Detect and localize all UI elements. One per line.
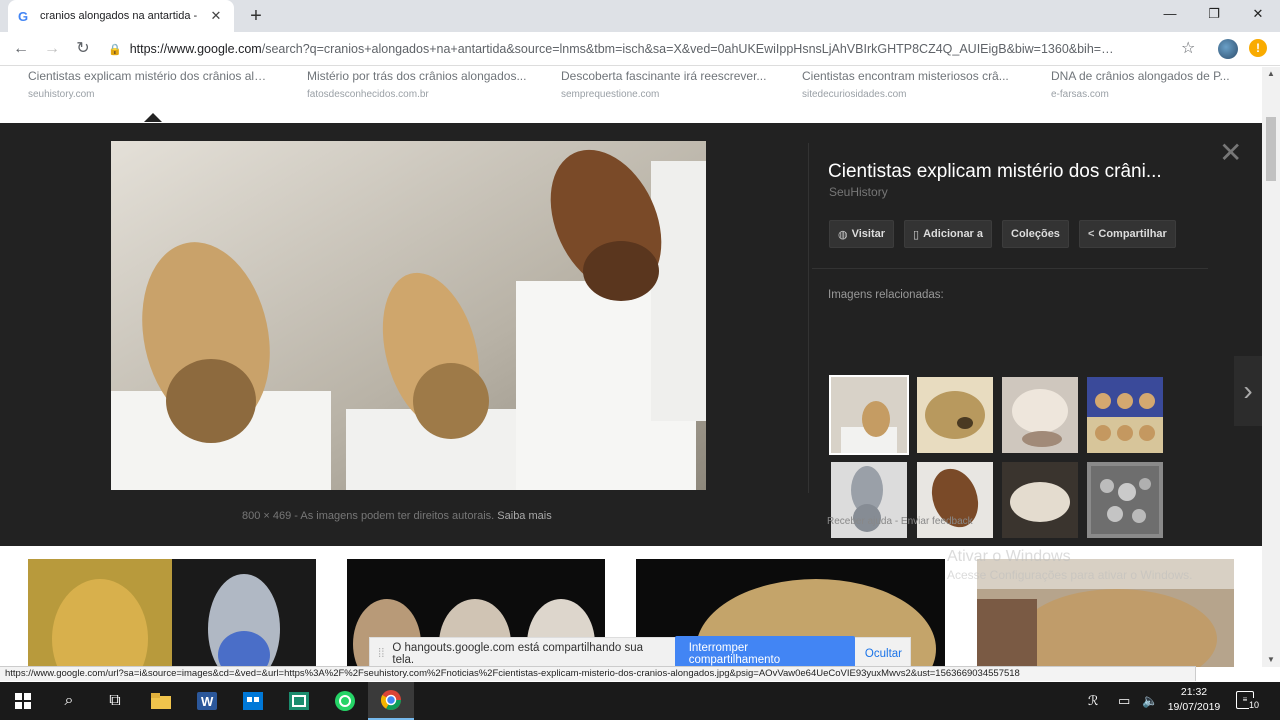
page-scrollbar[interactable]: ▲ ▼ [1262, 67, 1280, 667]
add-to-label: Adicionar a [923, 228, 984, 240]
file-explorer-icon[interactable] [138, 682, 184, 720]
back-button[interactable]: ← [10, 38, 32, 60]
search-icon[interactable]: ⌕ [46, 682, 92, 720]
tab-strip: G cranios alongados na antartida - ✕ + —… [0, 0, 1280, 32]
panel-separator [812, 268, 1208, 269]
address-bar[interactable]: 🔒 https://www.google.com /search?q=crani… [108, 37, 1168, 61]
result-item[interactable]: Cientistas encontram misteriosos crâ... … [802, 69, 1017, 100]
panel-divider [808, 143, 809, 493]
rights-text: - As imagens podem ter direitos autorais… [291, 510, 495, 522]
update-icon[interactable]: ! [1249, 39, 1267, 57]
result-item[interactable]: Descoberta fascinante irá reescrever... … [561, 69, 776, 100]
selected-pointer [144, 113, 162, 122]
drag-handle-icon[interactable]: ⁞⁞ [378, 648, 384, 660]
visit-label: Visitar [851, 228, 886, 240]
result-domain: fatosdesconhecidos.com.br [307, 89, 429, 100]
scroll-down-icon[interactable]: ▼ [1262, 655, 1280, 664]
system-clock[interactable]: 21:32 19/07/2019 [1162, 685, 1226, 715]
bookmark-icon: ▯ [913, 228, 920, 241]
minimize-button[interactable]: — [1148, 0, 1192, 28]
result-item[interactable]: DNA de crânios alongados de P... e-farsa… [1051, 69, 1241, 100]
tab-close-icon[interactable]: ✕ [208, 8, 224, 24]
windows-taskbar: ⌕ ⧉ W ℛ ▭ 🔈 21:32 19/07/2019 ≡ 10 [0, 682, 1280, 720]
word-icon[interactable]: W [184, 682, 230, 720]
result-title: Cientistas explicam mistério dos crânios… [28, 69, 268, 83]
network-icon[interactable]: ▭ [1118, 682, 1130, 720]
preview-title[interactable]: Cientistas explicam mistério dos crâni..… [828, 161, 1162, 183]
clock-time: 21:32 [1180, 686, 1208, 698]
activate-windows-title: Ativar o Windows [947, 548, 1071, 565]
related-images-label: Imagens relacionadas: [828, 289, 944, 301]
status-url-bar: https://www.google.com/url?sa=i&source=i… [0, 666, 1196, 681]
preview-actions: ◍ Visitar ▯ Adicionar a Coleções < Comparti… [829, 220, 1176, 248]
notification-count: 10 [1248, 698, 1259, 713]
visit-button[interactable]: ◍ Visitar [829, 220, 895, 248]
result-title: Cientistas encontram misteriosos crâ... [802, 69, 1009, 83]
related-image[interactable] [1002, 377, 1078, 453]
bookmark-star-icon[interactable]: ☆ [1181, 38, 1195, 58]
svg-text:W: W [201, 694, 214, 709]
result-domain: sitedecuriosidades.com [802, 89, 907, 100]
related-image[interactable] [917, 377, 993, 453]
close-preview-icon[interactable]: ✕ [1219, 139, 1242, 167]
tab-title: cranios alongados na antartida - [40, 10, 198, 22]
store-icon[interactable] [230, 682, 276, 720]
image-size: 800 × 469 [242, 510, 292, 522]
next-image-arrow-icon[interactable]: › [1234, 356, 1262, 426]
collections-button[interactable]: Coleções [1002, 220, 1069, 248]
related-image[interactable] [1002, 462, 1078, 538]
reload-button[interactable]: ↻ [72, 38, 94, 60]
profile-avatar[interactable] [1218, 39, 1238, 59]
url-path: /search?q=cranios+alongados+na+antartida… [261, 42, 1114, 56]
result-item[interactable]: Cientistas explicam mistério dos crânios… [28, 69, 268, 100]
collections-label: Coleções [1011, 228, 1060, 240]
result-title: Descoberta fascinante irá reescrever... [561, 69, 767, 83]
preview-source: SeuHistory [829, 185, 888, 199]
notification-center-icon[interactable]: ≡ 10 [1236, 691, 1259, 713]
share-label: Compartilhar [1098, 228, 1167, 240]
address-toolbar: ← → ↻ 🔒 https://www.google.com /search?q… [0, 32, 1280, 66]
result-domain: seuhistory.com [28, 89, 95, 100]
grid-image[interactable] [28, 559, 316, 667]
share-message: O hangouts.google.com está compartilhand… [392, 642, 643, 666]
learn-more-link[interactable]: Saiba mais [494, 510, 551, 522]
related-image[interactable] [1087, 377, 1163, 453]
restore-button[interactable]: ❐ [1192, 0, 1236, 28]
hide-button[interactable]: Ocultar [865, 648, 902, 660]
add-to-button[interactable]: ▯ Adicionar a [904, 220, 993, 248]
result-domain: semprequestione.com [561, 89, 660, 100]
lock-icon: 🔒 [108, 43, 122, 56]
help-feedback-links[interactable]: Receber ajuda - Enviar feedback [827, 516, 973, 527]
share-button[interactable]: < Compartilhar [1078, 220, 1176, 248]
activate-windows-text: Acesse Configurações para ativar o Windo… [947, 568, 1193, 582]
result-item[interactable]: Mistério por trás dos crânios alongados.… [307, 69, 532, 100]
image-preview-panel: 800 × 469 - As imagens podem ter direito… [0, 123, 1262, 546]
related-image[interactable] [829, 375, 909, 455]
url-host: https://www.google.com [129, 42, 262, 56]
window-close-button[interactable]: ✕ [1236, 0, 1280, 28]
scroll-thumb[interactable] [1266, 117, 1276, 181]
people-icon[interactable]: ℛ [1088, 682, 1098, 720]
clock-date: 19/07/2019 [1167, 701, 1221, 713]
new-tab-button[interactable]: + [246, 5, 266, 27]
image-caption: 800 × 469 - As imagens podem ter direito… [242, 510, 552, 522]
task-view-icon[interactable]: ⧉ [92, 682, 138, 720]
browser-tab[interactable]: G cranios alongados na antartida - ✕ [8, 0, 234, 32]
preview-image[interactable] [111, 141, 706, 490]
whatsapp-icon[interactable] [322, 682, 368, 720]
volume-icon[interactable]: 🔈 [1142, 682, 1158, 720]
forward-button[interactable]: → [41, 38, 63, 60]
globe-icon: ◍ [838, 228, 848, 241]
chrome-icon[interactable] [368, 682, 414, 720]
result-title: DNA de crânios alongados de P... [1051, 69, 1230, 83]
share-icon: < [1087, 228, 1095, 240]
related-image[interactable] [1087, 462, 1163, 538]
google-favicon-icon: G [18, 8, 29, 24]
results-row: Cientistas explicam mistério dos crânios… [0, 67, 1262, 123]
scroll-up-icon[interactable]: ▲ [1262, 69, 1280, 78]
start-icon[interactable] [0, 682, 46, 720]
sway-icon[interactable] [276, 682, 322, 720]
result-title: Mistério por trás dos crânios alongados.… [307, 69, 527, 83]
result-domain: e-farsas.com [1051, 89, 1109, 100]
